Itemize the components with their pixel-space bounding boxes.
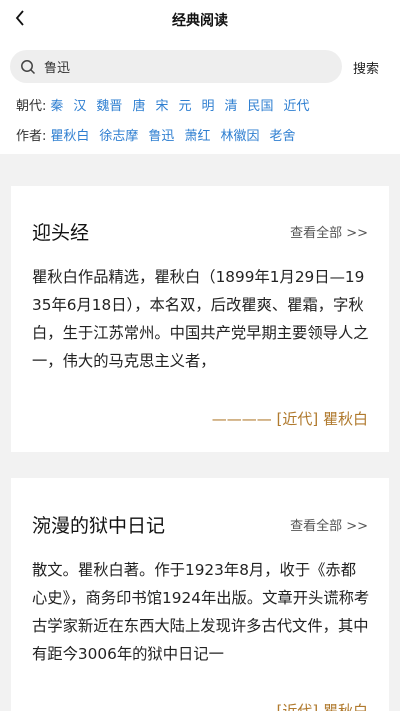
work-card[interactable]: 涴漫的狱中日记 查看全部 >> 散文。瞿秋白著。作于1923年8月，收于《赤都心… [11, 478, 389, 711]
work-author: ———— [近代] 瞿秋白 [211, 410, 368, 428]
work-excerpt: 散文。瞿秋白著。作于1923年8月，收于《赤都心史》，商务印书馆1924年出版。… [32, 561, 370, 663]
author-option[interactable]: 萧红 [184, 125, 210, 144]
search-input[interactable] [44, 59, 314, 74]
nav-bar: 经典阅读 [0, 0, 400, 40]
dynasty-option[interactable]: 明 [201, 95, 214, 114]
work-title: 涴漫的狱中日记 [32, 515, 166, 537]
work-card[interactable]: 迎头经 查看全部 >> 瞿秋白作品精选，瞿秋白（1899年1月29日—1935年… [11, 186, 389, 452]
work-title: 迎头经 [32, 222, 90, 244]
dynasty-option[interactable]: 魏晋 [96, 95, 122, 114]
author-option[interactable]: 鲁迅 [148, 125, 174, 144]
dynasty-option[interactable]: 宋 [155, 95, 168, 114]
dynasty-filter-label: 朝代: [16, 99, 47, 114]
author-filter: 作者: 瞿秋白 徐志摩 鲁迅 萧红 林徽因 老舍 [16, 125, 305, 144]
dynasty-option[interactable]: 秦 [50, 95, 63, 114]
dynasty-option[interactable]: 清 [225, 95, 238, 114]
view-all-link[interactable]: 查看全部 >> [290, 515, 368, 534]
dynasty-option[interactable]: 近代 [284, 95, 310, 114]
search-box[interactable] [10, 50, 342, 83]
dynasty-filter: 朝代: 秦 汉 魏晋 唐 宋 元 明 清 民国 近代 [16, 95, 320, 114]
search-button[interactable]: 搜索 [353, 58, 379, 77]
work-excerpt: 瞿秋白作品精选，瞿秋白（1899年1月29日—1935年6月18日），本名双，后… [32, 268, 369, 370]
dynasty-option[interactable]: 元 [178, 95, 191, 114]
view-all-link[interactable]: 查看全部 >> [290, 222, 368, 241]
dynasty-option[interactable]: 民国 [248, 95, 274, 114]
dynasty-option[interactable]: 唐 [132, 95, 145, 114]
author-filter-label: 作者: [16, 129, 47, 144]
author-option[interactable]: 林徽因 [220, 125, 259, 144]
author-option[interactable]: 瞿秋白 [50, 125, 89, 144]
dynasty-option[interactable]: 汉 [73, 95, 86, 114]
author-option[interactable]: 老舍 [269, 125, 295, 144]
search-icon [21, 59, 36, 74]
work-author: ———— [近代] 瞿秋白 [211, 702, 368, 711]
header-area: 经典阅读 搜索 朝代: 秦 汉 魏晋 唐 宋 元 明 清 民国 近代 作者: 瞿… [0, 0, 400, 154]
page-title: 经典阅读 [172, 13, 228, 29]
author-option[interactable]: 徐志摩 [99, 125, 138, 144]
